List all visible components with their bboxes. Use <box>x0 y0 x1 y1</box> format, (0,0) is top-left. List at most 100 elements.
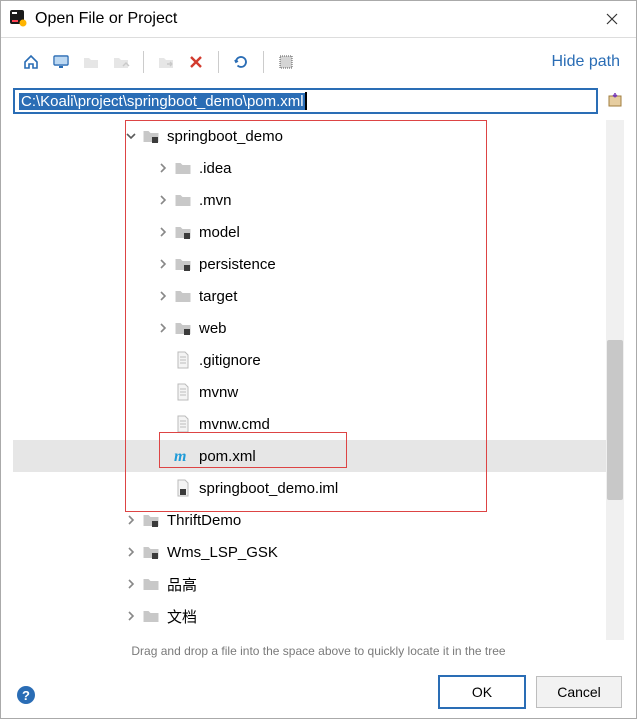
toolbar-separator <box>263 51 264 73</box>
expand-arrow-icon[interactable] <box>153 318 173 338</box>
module-icon <box>173 254 193 274</box>
tree-folder[interactable]: target <box>13 280 624 312</box>
tree-item-label: web <box>199 320 227 337</box>
close-window-button[interactable] <box>588 1 636 37</box>
grid-icon <box>278 54 294 70</box>
file-icon <box>173 414 193 434</box>
tree-file[interactable]: mvnw.cmd <box>13 408 624 440</box>
module-icon <box>173 318 193 338</box>
tree-folder[interactable]: 品高 <box>13 568 624 600</box>
tree-item-label: .gitignore <box>199 352 261 369</box>
file-icon <box>173 350 193 370</box>
hide-path-link[interactable]: Hide path <box>552 53 621 71</box>
refresh-button[interactable] <box>227 48 255 76</box>
tree-item-label: .mvn <box>199 192 232 209</box>
text-caret <box>305 92 307 110</box>
tree-item-label: pom.xml <box>199 448 256 465</box>
collapse-arrow-icon[interactable] <box>121 126 141 146</box>
tree-file[interactable]: .gitignore <box>13 344 624 376</box>
tree-item-label: mvnw <box>199 384 238 401</box>
file-tree[interactable]: springboot_demo .idea .mvn model persistence… <box>13 120 624 640</box>
path-input[interactable]: C:\Koali\project\springboot_demo\pom.xml <box>13 88 598 114</box>
expand-arrow-icon[interactable] <box>153 222 173 242</box>
help-button[interactable]: ? <box>17 686 35 704</box>
folder-up-icon <box>112 54 130 70</box>
tree-item-label: 品高 <box>167 574 197 595</box>
expand-arrow-icon[interactable] <box>153 158 173 178</box>
tree-folder[interactable]: springboot_demo <box>13 120 624 152</box>
tree-item-label: ThriftDemo <box>167 512 241 529</box>
history-dropdown-button[interactable] <box>606 91 624 112</box>
tree-folder[interactable]: model <box>13 216 624 248</box>
folder-icon <box>141 574 161 594</box>
scrollbar-thumb[interactable] <box>607 340 623 500</box>
toolbar-separator <box>218 51 219 73</box>
tree-item-label: target <box>199 288 237 305</box>
parent-folder-button[interactable] <box>107 48 135 76</box>
tree-folder[interactable]: 文档 <box>13 600 624 632</box>
folder-icon <box>141 606 161 626</box>
expand-arrow-icon[interactable] <box>121 510 141 530</box>
refresh-icon <box>232 53 250 71</box>
toolbar: Hide path <box>1 38 636 86</box>
home-icon <box>22 53 40 71</box>
desktop-icon <box>52 54 70 70</box>
tree-item-label: springboot_demo <box>167 128 283 145</box>
tree-file[interactable]: mvnw <box>13 376 624 408</box>
module-icon <box>141 126 161 146</box>
idea-file-icon <box>173 478 193 498</box>
tree-folder[interactable]: .mvn <box>13 184 624 216</box>
tree-folder[interactable]: web <box>13 312 624 344</box>
folder-go-icon <box>157 54 175 70</box>
module-icon <box>173 222 193 242</box>
tree-item-label: mvnw.cmd <box>199 416 270 433</box>
cancel-button[interactable]: Cancel <box>536 676 622 708</box>
tree-file[interactable]: m pom.xml <box>13 440 624 472</box>
tree-folder[interactable]: .idea <box>13 152 624 184</box>
expand-arrow-icon[interactable] <box>153 286 173 306</box>
expand-arrow-icon[interactable] <box>121 542 141 562</box>
expand-arrow-icon[interactable] <box>153 254 173 274</box>
delete-button[interactable] <box>182 48 210 76</box>
tree-file[interactable]: springboot_demo.iml <box>13 472 624 504</box>
expand-arrow-icon[interactable] <box>121 606 141 626</box>
tree-item-label: Wms_LSP_GSK <box>167 544 278 561</box>
tree-folder[interactable]: ThriftDemo <box>13 504 624 536</box>
module-icon <box>141 542 161 562</box>
tree-folder[interactable]: persistence <box>13 248 624 280</box>
titlebar: Open File or Project <box>1 1 636 38</box>
folder-icon <box>173 158 193 178</box>
folder-icon <box>173 190 193 210</box>
svg-text:m: m <box>174 448 186 465</box>
tree-item-label: model <box>199 224 240 241</box>
module-icon <box>141 510 161 530</box>
folder-icon <box>173 286 193 306</box>
dialog-footer: ? OK Cancel <box>1 666 636 718</box>
file-icon <box>173 382 193 402</box>
tree-item-label: persistence <box>199 256 276 273</box>
ok-button[interactable]: OK <box>438 675 526 709</box>
vertical-scrollbar[interactable] <box>606 120 624 640</box>
new-folder-button[interactable] <box>77 48 105 76</box>
tree-item-label: .idea <box>199 160 232 177</box>
tree-item-label: 文档 <box>167 606 197 627</box>
tree-folder[interactable]: Wms_LSP_GSK <box>13 536 624 568</box>
close-icon <box>606 13 618 25</box>
desktop-button[interactable] <box>47 48 75 76</box>
delete-icon <box>189 55 203 69</box>
path-input-value: C:\Koali\project\springboot_demo\pom.xml <box>19 93 306 110</box>
window-title: Open File or Project <box>35 10 588 28</box>
maven-icon: m <box>173 446 193 466</box>
path-row: C:\Koali\project\springboot_demo\pom.xml <box>1 86 636 116</box>
folder-go-button[interactable] <box>152 48 180 76</box>
expand-arrow-icon[interactable] <box>153 190 173 210</box>
app-icon <box>9 9 27 30</box>
history-icon <box>606 91 624 109</box>
tree-item-label: springboot_demo.iml <box>199 480 338 497</box>
expand-arrow-icon[interactable] <box>121 574 141 594</box>
home-button[interactable] <box>17 48 45 76</box>
toolbar-separator <box>143 51 144 73</box>
folder-icon <box>82 54 100 70</box>
show-hidden-button[interactable] <box>272 48 300 76</box>
drop-hint: Drag and drop a file into the space abov… <box>1 640 636 666</box>
